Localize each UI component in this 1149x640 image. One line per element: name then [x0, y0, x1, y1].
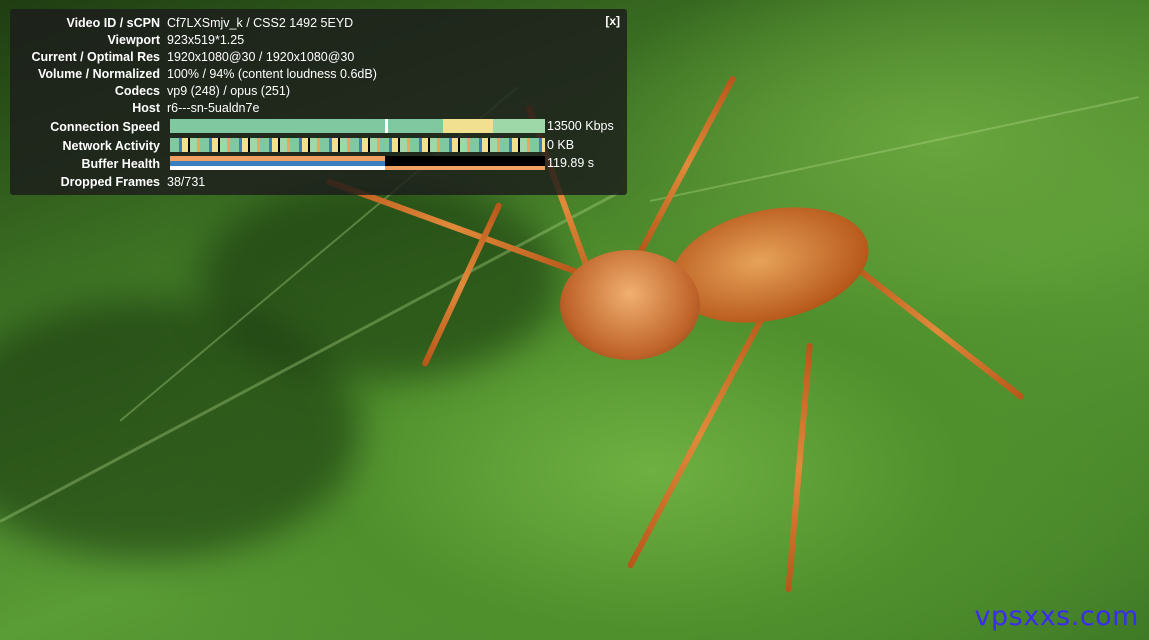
stat-row-codecs: Codecs vp9 (248) / opus (251) — [10, 82, 290, 99]
spider-leg — [785, 342, 813, 593]
graph-segment — [493, 119, 545, 133]
graph-segment — [388, 119, 443, 133]
stat-label: Network Activity — [62, 138, 160, 153]
spider-leg — [848, 260, 1026, 401]
stat-value: vp9 (248) / opus (251) — [167, 83, 290, 98]
stat-value: 38/731 — [167, 174, 206, 189]
graph-segment — [170, 156, 385, 170]
stat-label: Current / Optimal Res — [31, 49, 161, 64]
stat-row-resolution: Current / Optimal Res 1920x1080@30 / 192… — [10, 48, 355, 65]
connection-speed-value: 13500 Kbps — [547, 119, 614, 133]
leaf-vein — [649, 96, 1140, 202]
stat-label: Viewport — [107, 32, 160, 47]
graph-segment — [443, 119, 493, 133]
leaf-shadow — [200, 180, 560, 380]
buffer-health-value: 119.89 s — [547, 156, 595, 170]
stat-value: 1920x1080@30 / 1920x1080@30 — [167, 49, 355, 64]
stat-label: Codecs — [114, 83, 160, 98]
stat-value: 923x519*1.25 — [167, 32, 245, 47]
buffer-health-graph — [170, 156, 545, 170]
stat-row-viewport: Viewport 923x519*1.25 — [10, 31, 244, 48]
graph-segment — [385, 156, 545, 170]
stat-row-connection-speed: Connection Speed — [10, 118, 167, 135]
watermark-text: vpsxxs.com — [974, 601, 1139, 632]
graph-segment — [170, 119, 385, 133]
connection-speed-graph — [170, 119, 545, 133]
network-activity-value: 0 KB — [547, 138, 575, 152]
stat-row-buffer-health: Buffer Health — [10, 155, 167, 172]
stat-label: Connection Speed — [50, 119, 160, 134]
stat-value: 100% / 94% (content loudness 0.6dB) — [167, 66, 377, 81]
stats-for-nerds-panel: [x] Video ID / sCPN Cf7LXSmjv_k / CSS2 1… — [10, 9, 627, 195]
stat-label: Host — [132, 100, 160, 115]
stat-label: Buffer Health — [81, 156, 160, 171]
stat-row-host: Host r6---sn-5ualdn7e — [10, 99, 259, 116]
network-activity-graph — [170, 138, 545, 152]
stat-row-dropped-frames: Dropped Frames 38/731 — [10, 173, 206, 190]
stat-row-volume: Volume / Normalized 100% / 94% (content … — [10, 65, 377, 82]
stat-row-video-id: Video ID / sCPN Cf7LXSmjv_k / CSS2 1492 … — [10, 14, 353, 31]
stat-label: Volume / Normalized — [37, 66, 160, 81]
spider-head — [560, 250, 700, 360]
close-button[interactable]: [x] — [605, 14, 620, 28]
stat-label: Video ID / sCPN — [66, 15, 160, 30]
stat-label: Dropped Frames — [60, 174, 160, 189]
stat-value: r6---sn-5ualdn7e — [167, 100, 260, 115]
stat-row-network-activity: Network Activity — [10, 137, 167, 154]
stat-value: Cf7LXSmjv_k / CSS2 1492 5EYD — [167, 15, 354, 30]
